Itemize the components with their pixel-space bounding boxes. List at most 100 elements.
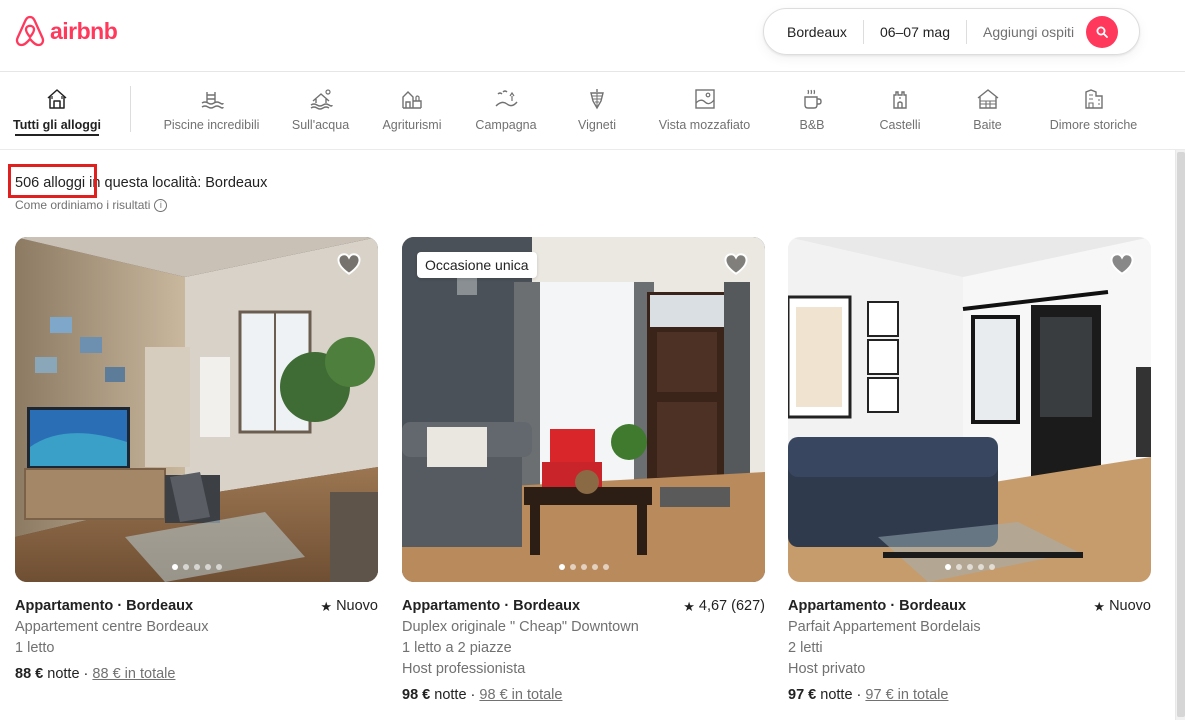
scrollbar-thumb[interactable] — [1177, 152, 1185, 717]
listing-host: Host professionista — [402, 661, 526, 677]
search-icon — [1096, 26, 1108, 38]
listing-title: Duplex originale " Cheap" Downtown — [402, 619, 639, 635]
info-icon[interactable]: i — [154, 198, 168, 212]
category-label: Piscine incredibili — [163, 118, 260, 132]
listing-type: Appartamento · Bordeaux — [402, 598, 581, 614]
listing-price: 88 € notte · 88 € in totale — [15, 664, 378, 685]
listing-photo-image — [402, 237, 765, 582]
coffee-icon — [799, 86, 825, 112]
category-label: Sull'acqua — [291, 118, 350, 132]
airbnb-logo-icon — [15, 15, 45, 47]
listing-badge: Occasione unica — [417, 252, 537, 278]
listing-price: 97 € notte · 97 € in totale — [788, 685, 1151, 706]
listing-type: Appartamento · Bordeaux — [788, 598, 967, 614]
listing-card[interactable]: Occasione unica Appartamento · Bordeaux … — [402, 237, 765, 706]
carousel-dot — [182, 564, 189, 570]
price-total-link[interactable]: 88 € in totale — [92, 666, 175, 682]
carousel-dot — [580, 564, 587, 570]
grapes-icon — [584, 86, 610, 112]
carousel-dots — [15, 564, 378, 570]
airbnb-logo[interactable]: airbnb — [14, 14, 118, 48]
price-total-link[interactable]: 97 € in totale — [865, 687, 948, 703]
carousel-dot — [171, 564, 178, 570]
star-icon: ★ — [320, 599, 333, 614]
price-amount: 88 € — [15, 666, 44, 682]
listing-rating: ★ Nuovo — [320, 596, 378, 617]
category-label: Castelli — [879, 118, 921, 132]
listing-beds: 2 letti — [788, 640, 823, 656]
category-vista-mozzafiato[interactable]: Vista mozzafiato — [657, 72, 752, 150]
carousel-dot — [955, 564, 962, 570]
category-sull-acqua[interactable]: Sull'acqua — [292, 72, 349, 150]
search-button[interactable] — [1086, 15, 1119, 48]
pool-icon — [199, 86, 225, 112]
category-campagna[interactable]: Campagna — [475, 72, 537, 150]
rating-value: Nuovo — [1109, 598, 1151, 614]
category-label: B&B — [799, 118, 825, 132]
carousel-dot — [558, 564, 565, 570]
category-bb[interactable]: B&B — [798, 72, 826, 150]
carousel-dot — [602, 564, 609, 570]
sort-info[interactable]: Come ordiniamo i risultati i — [15, 198, 168, 212]
carousel-dot — [569, 564, 576, 570]
category-dimore-storiche[interactable]: Dimore storiche — [1048, 72, 1139, 150]
countryside-icon — [493, 86, 519, 112]
carousel-dot — [944, 564, 951, 570]
price-amount: 97 € — [788, 687, 817, 703]
listing-beds: 1 letto a 2 piazze — [402, 640, 512, 656]
listing-card[interactable]: Appartamento · Bordeaux ★ Nuovo Apparteme… — [15, 237, 378, 685]
category-piscine[interactable]: Piscine incredibili — [163, 72, 260, 150]
listing-price: 98 € notte · 98 € in totale — [402, 685, 765, 706]
category-baite[interactable]: Baite — [971, 72, 1004, 150]
results-location: in questa località: Bordeaux — [85, 175, 268, 191]
category-castelli[interactable]: Castelli — [879, 72, 921, 150]
listing-info: Appartamento · Bordeaux ★ Nuovo Apparteme… — [15, 596, 378, 685]
carousel-dot — [204, 564, 211, 570]
price-total-link[interactable]: 98 € in totale — [479, 687, 562, 703]
carousel-dot — [215, 564, 222, 570]
category-separator — [130, 86, 131, 132]
heart-icon[interactable] — [336, 251, 362, 277]
carousel-dot — [193, 564, 200, 570]
carousel-dot — [977, 564, 984, 570]
search-guests[interactable]: Aggiungi ospiti — [967, 9, 1086, 54]
price-amount: 98 € — [402, 687, 431, 703]
heart-icon[interactable] — [723, 251, 749, 277]
listing-title: Appartement centre Bordeaux — [15, 619, 209, 635]
carousel-dots — [402, 564, 765, 570]
search-bar[interactable]: Bordeaux 06–07 mag Aggiungi ospiti — [763, 8, 1140, 55]
listing-type: Appartamento · Bordeaux — [15, 598, 194, 614]
category-label: Baite — [973, 118, 1002, 132]
castle-icon — [887, 86, 913, 112]
listing-photo[interactable] — [788, 237, 1151, 582]
heart-icon[interactable] — [1109, 251, 1135, 277]
search-dates[interactable]: 06–07 mag — [864, 9, 966, 54]
carousel-dot — [966, 564, 973, 570]
page-scrollbar[interactable] — [1175, 150, 1185, 720]
price-unit: notte · — [43, 666, 93, 682]
listing-photo[interactable] — [15, 237, 378, 582]
listing-info: Appartamento · Bordeaux ★ Nuovo Parfait A… — [788, 596, 1151, 706]
search-location[interactable]: Bordeaux — [764, 9, 863, 54]
category-label: Campagna — [475, 118, 537, 132]
star-icon: ★ — [1093, 599, 1106, 614]
price-unit: notte · — [816, 687, 866, 703]
category-agriturismi[interactable]: Agriturismi — [380, 72, 444, 150]
historic-home-icon — [1081, 86, 1107, 112]
listing-card[interactable]: Appartamento · Bordeaux ★ Nuovo Parfait A… — [788, 237, 1151, 706]
listing-rating: ★ 4,67 (627) — [683, 596, 765, 617]
active-underline — [15, 134, 99, 136]
star-icon: ★ — [683, 599, 695, 614]
category-label: Vista mozzafiato — [658, 118, 751, 132]
listing-photo-image — [15, 237, 378, 582]
results-heading: 506 alloggi in questa località: Bordeaux — [15, 175, 267, 191]
category-tutti-gli-alloggi[interactable]: Tutti gli alloggi — [13, 72, 101, 150]
category-vigneti[interactable]: Vigneti — [576, 72, 618, 150]
rating-value: Nuovo — [336, 598, 378, 614]
category-bar: Tutti gli alloggi Piscine incredibili Su… — [0, 72, 1185, 150]
carousel-dots — [788, 564, 1151, 570]
farm-icon — [399, 86, 425, 112]
logo-text: airbnb — [50, 17, 118, 44]
listing-photo[interactable]: Occasione unica — [402, 237, 765, 582]
listing-rating: ★ Nuovo — [1093, 596, 1151, 617]
